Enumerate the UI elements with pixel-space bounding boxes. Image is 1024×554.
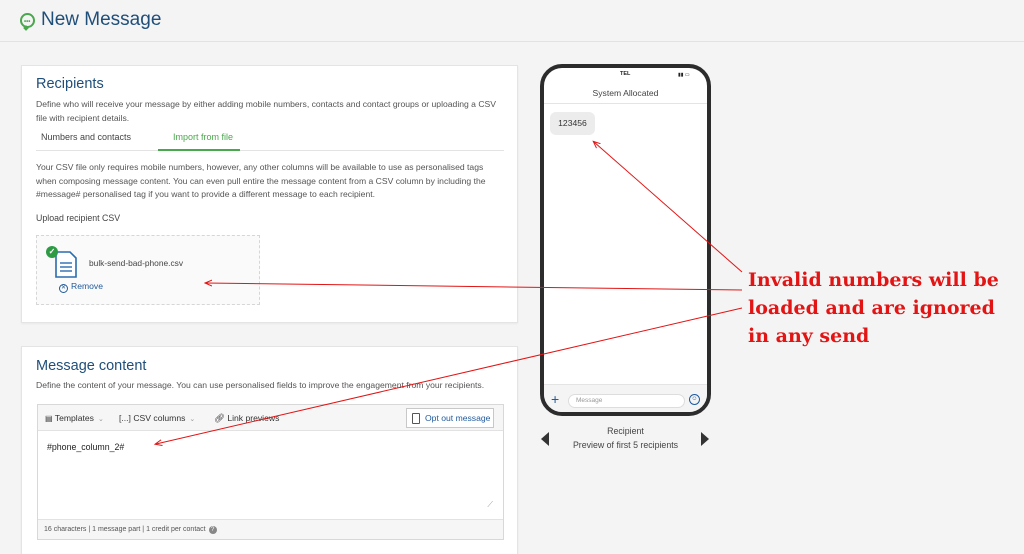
- message-editor: ▤ Templates ⌄ [...] CSV columns ⌄ 🔗︎ Link …: [37, 404, 504, 540]
- carrier-label: TEL: [620, 71, 631, 77]
- check-icon: ✓: [46, 246, 58, 258]
- phone-preview: TEL ▮▮ ▭ System Allocated 123456 + Messa…: [540, 64, 711, 416]
- previous-recipient-button[interactable]: [541, 432, 549, 446]
- csv-upload-dropzone[interactable]: ✓ bulk-send-bad-phone.csv ✕ Remove: [36, 235, 260, 305]
- message-textarea[interactable]: #phone_column_2#: [47, 442, 124, 452]
- active-tab-indicator: [158, 149, 240, 151]
- sender-name: System Allocated: [544, 82, 707, 104]
- templates-dropdown[interactable]: ▤ Templates ⌄: [45, 413, 104, 423]
- recipients-card: Recipients Define who will receive your …: [21, 65, 518, 323]
- message-content-card: Message content Define the content of yo…: [21, 346, 518, 554]
- link-previews-button[interactable]: 🔗︎ Link previews: [214, 413, 279, 424]
- message-content-title: Message content: [36, 358, 147, 374]
- chevron-down-icon: ⌄: [97, 416, 104, 423]
- tab-numbers-and-contacts[interactable]: Numbers and contacts: [41, 132, 131, 142]
- remove-label: Remove: [71, 281, 103, 291]
- message-stats: 16 characters | 1 message part | 1 credi…: [44, 526, 206, 533]
- csv-columns-dropdown[interactable]: [...] CSV columns ⌄: [119, 413, 195, 423]
- emoji-icon: ☺: [689, 394, 700, 405]
- annotation-line-2: loaded and are ignored: [748, 297, 995, 319]
- page-title: New Message: [41, 9, 162, 30]
- csv-info-text: Your CSV file only requires mobile numbe…: [36, 162, 486, 199]
- opt-out-label: Opt out message: [425, 413, 491, 423]
- recipients-description: Define who will receive your message by …: [36, 99, 497, 123]
- editor-toolbar: ▤ Templates ⌄ [...] CSV columns ⌄ 🔗︎ Link …: [38, 405, 503, 431]
- phone-status-bar: TEL ▮▮ ▭: [544, 68, 707, 82]
- link-previews-label: Link previews: [227, 413, 280, 423]
- upload-label: Upload recipient CSV: [36, 213, 121, 223]
- help-icon[interactable]: ?: [208, 526, 217, 534]
- message-status-bar: 16 characters | 1 message part | 1 credi…: [38, 519, 503, 539]
- phone-input-bar: + Message ☺: [544, 384, 707, 412]
- annotation-text: Invalid numbers will be loaded and are i…: [748, 266, 1008, 350]
- link-icon: 🔗︎: [214, 413, 225, 423]
- plus-icon: +: [551, 391, 560, 407]
- phone-message-input: Message: [568, 394, 685, 408]
- message-content-description: Define the content of your message. You …: [36, 380, 485, 390]
- recipient-label: Recipient: [607, 426, 644, 436]
- annotation-line-3: in any send: [748, 325, 870, 347]
- recipient-preview-caption: Preview of first 5 recipients: [572, 440, 679, 450]
- annotation-line-1: Invalid numbers will be: [748, 269, 999, 291]
- chat-bubble-icon: •••: [20, 13, 35, 28]
- close-circle-icon: ✕: [59, 284, 68, 293]
- remove-file-button[interactable]: ✕ Remove: [59, 281, 103, 293]
- resize-handle-icon[interactable]: ⟋: [487, 500, 493, 510]
- next-recipient-button[interactable]: [701, 432, 709, 446]
- phone-off-icon: [412, 413, 420, 424]
- csv-columns-label: CSV columns: [133, 413, 186, 423]
- opt-out-message-button[interactable]: Opt out message: [406, 408, 494, 428]
- signal-battery-icon: ▮▮ ▭: [678, 72, 690, 78]
- recipient-tabs: Numbers and contacts Import from file: [36, 130, 504, 151]
- recipients-title: Recipients: [36, 76, 104, 92]
- templates-label: Templates: [54, 413, 94, 423]
- uploaded-file-name: bulk-send-bad-phone.csv: [89, 258, 184, 268]
- csv-columns-icon: [...]: [119, 413, 131, 423]
- message-bubble: 123456: [550, 112, 595, 135]
- top-bar: ••• New Message: [0, 0, 1024, 42]
- chevron-down-icon: ⌄: [189, 416, 196, 423]
- tab-import-from-file[interactable]: Import from file: [173, 132, 233, 142]
- templates-icon: ▤: [45, 414, 53, 423]
